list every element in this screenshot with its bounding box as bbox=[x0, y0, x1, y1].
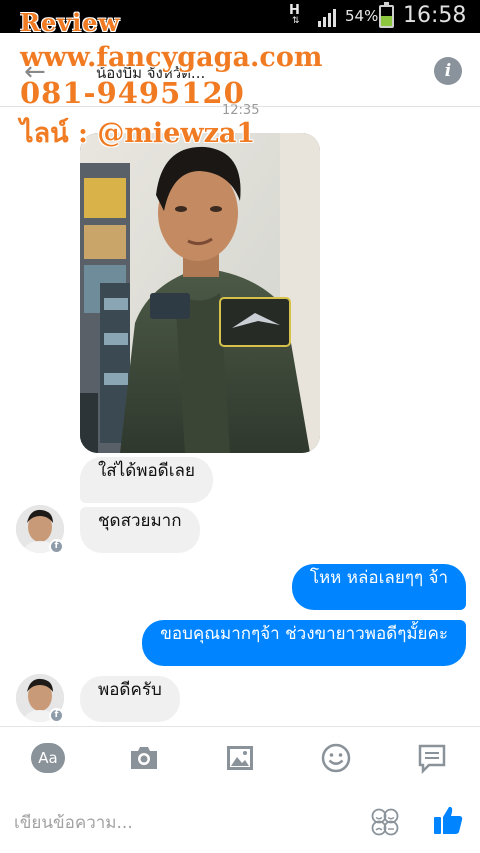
watermark-phone: 081-9495120 bbox=[20, 76, 245, 110]
message-bubble-outgoing[interactable]: โหห หล่อเลยๆๆ จ้า bbox=[291, 564, 466, 610]
image-icon[interactable] bbox=[223, 741, 257, 775]
message-bubble-outgoing[interactable]: ขอบคุณมากๆจ้า ช่วงขายาวพอดีๆมั้ยคะ bbox=[142, 620, 466, 666]
camera-icon[interactable] bbox=[127, 741, 161, 775]
info-icon[interactable]: i bbox=[434, 57, 462, 85]
data-arrows-icon: ⇅ bbox=[292, 16, 300, 26]
message-bubble-incoming[interactable]: ชุดสวยมาก bbox=[80, 507, 200, 553]
emoji-icon[interactable] bbox=[319, 741, 353, 775]
watermark-review: Review bbox=[20, 8, 121, 37]
like-thumb-icon[interactable] bbox=[432, 804, 464, 836]
sticker-face-icon[interactable] bbox=[370, 807, 400, 837]
watermark-website: www.fancygaga.com bbox=[20, 42, 323, 73]
composer-toolbar: Aa bbox=[0, 726, 480, 788]
message-bubble-incoming[interactable]: พอดีครับ bbox=[80, 676, 180, 722]
clock: 16:58 bbox=[403, 3, 467, 28]
watermark-line-id: ไลน์ : @miewza1 bbox=[20, 118, 256, 149]
message-input[interactable] bbox=[14, 808, 344, 838]
signal-icon bbox=[318, 9, 336, 27]
messenger-badge-icon: f bbox=[49, 539, 64, 554]
messenger-badge-icon: f bbox=[49, 708, 64, 723]
message-bubble-incoming[interactable]: ใส่ได้พอดีเลย bbox=[80, 457, 213, 503]
composer-input-row bbox=[0, 788, 480, 853]
battery-icon bbox=[379, 2, 394, 28]
photo-message[interactable] bbox=[80, 133, 320, 453]
customer-photo-image bbox=[80, 133, 320, 453]
battery-percent: 54% bbox=[345, 7, 379, 25]
text-format-icon[interactable]: Aa bbox=[31, 743, 65, 773]
sticker-icon[interactable] bbox=[415, 741, 449, 775]
